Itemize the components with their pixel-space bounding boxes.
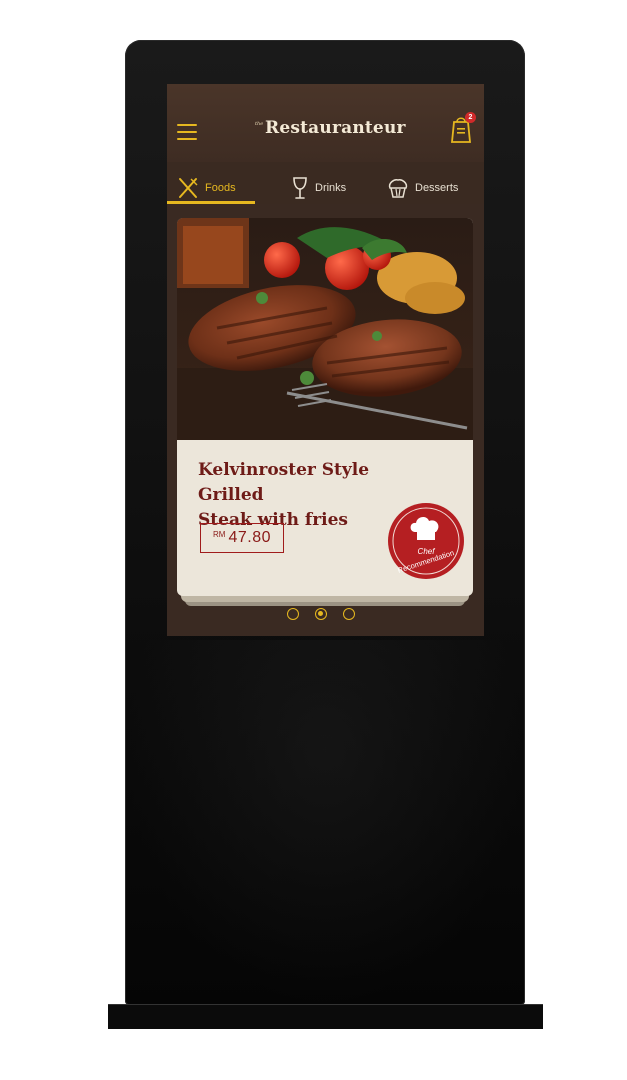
tab-desserts[interactable]: Desserts	[387, 168, 458, 208]
featured-dish-card[interactable]: Kelvinroster Style Grilled Steak with fr…	[177, 218, 473, 596]
tab-desserts-label: Desserts	[415, 182, 459, 194]
app-logo: the Restauranteur	[255, 118, 405, 148]
tab-foods-label: Foods	[205, 182, 236, 194]
menu-icon[interactable]	[177, 124, 197, 140]
dish-title-line1: Kelvinroster Style Grilled	[198, 460, 370, 505]
logo-prefix: the	[255, 121, 264, 127]
order-cart-button[interactable]: 2	[450, 112, 476, 144]
kiosk-screen: the Restauranteur 2 Foods Drinks Dessert…	[167, 84, 484, 636]
pager-dot-2[interactable]	[315, 608, 327, 620]
tab-drinks-label: Drinks	[315, 182, 347, 194]
kiosk-lower-panel	[125, 640, 525, 1005]
carousel-pager	[287, 608, 367, 624]
price-currency: RM	[213, 529, 226, 539]
price-value: 47.80	[228, 529, 271, 546]
fork-knife-icon	[179, 178, 198, 198]
cart-count-badge: 2	[465, 112, 476, 123]
pager-dot-3[interactable]	[343, 608, 355, 620]
logo-text: Restauranteur	[265, 118, 406, 138]
kiosk-base	[108, 1004, 543, 1029]
wine-glass-icon	[293, 177, 307, 199]
steak-dish-image	[177, 218, 473, 440]
tab-drinks[interactable]: Drinks	[291, 168, 346, 208]
price-tag: RM 47.80	[200, 523, 284, 553]
cupcake-icon	[388, 179, 408, 198]
pager-dot-1[interactable]	[287, 608, 299, 620]
chef-recommendation-badge: Chef Recommendation	[388, 503, 464, 579]
active-tab-indicator	[167, 201, 255, 204]
